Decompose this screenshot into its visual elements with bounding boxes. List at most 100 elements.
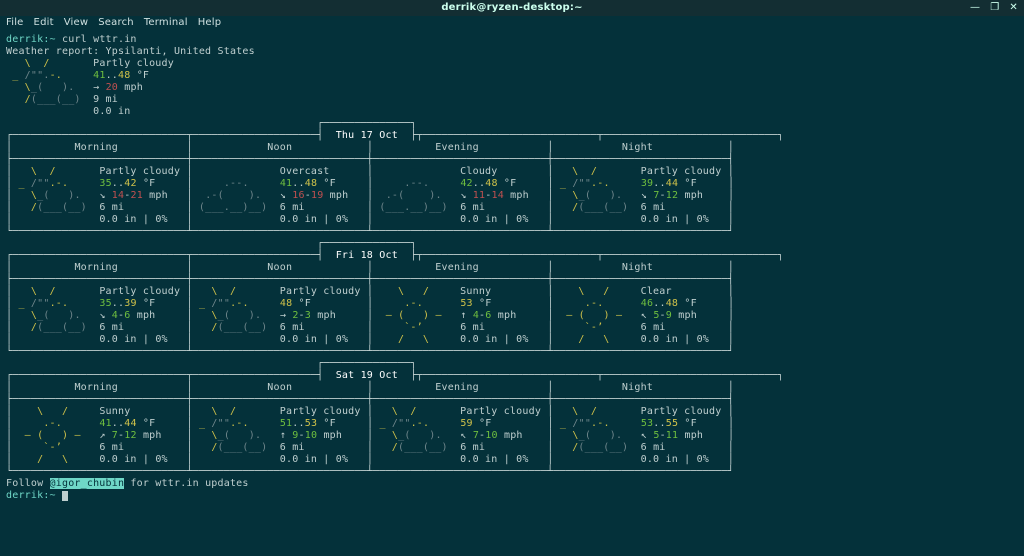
- menu-file[interactable]: File: [6, 17, 24, 29]
- cell-precip: 0.0 in | 0%: [280, 454, 367, 465]
- period-label: Night: [554, 382, 728, 393]
- menubar: File Edit View Search Terminal Help: [0, 16, 1024, 30]
- prompt-user-host: derrik:~: [6, 34, 56, 45]
- window-controls: — ❐ ✕: [970, 0, 1018, 16]
- close-icon[interactable]: ✕: [1009, 2, 1018, 14]
- cell-temp-lo: 53: [641, 418, 653, 429]
- cell-temp-lo: 35: [99, 178, 111, 189]
- cell-visibility: 6 mi: [99, 322, 186, 333]
- day-date-top: ┌──────────────┐: [6, 118, 417, 129]
- cell-precip: 0.0 in | 0%: [641, 334, 728, 345]
- cloud-icon: \ /: [6, 58, 93, 69]
- cell-condition: Partly cloudy: [280, 286, 367, 297]
- cell-temp-lo: 35: [99, 298, 111, 309]
- menu-search[interactable]: Search: [98, 17, 134, 29]
- cell-temp-hi: 39: [124, 298, 136, 309]
- cell-precip: 0.0 in | 0%: [460, 454, 547, 465]
- cursor[interactable]: [62, 491, 68, 501]
- current-temp-lo: 41: [93, 70, 105, 81]
- current-wind-value: 20: [106, 82, 118, 93]
- cell-visibility: 6 mi: [460, 322, 547, 333]
- cell-visibility: 6 mi: [460, 202, 547, 213]
- cell-precip: 0.0 in | 0%: [641, 454, 728, 465]
- menu-edit[interactable]: Edit: [34, 17, 54, 29]
- menu-view[interactable]: View: [64, 17, 89, 29]
- period-label: Noon: [193, 262, 367, 273]
- cell-precip: 0.0 in | 0%: [460, 334, 547, 345]
- current-precip: 0.0 in: [93, 106, 130, 117]
- cell-condition: Partly cloudy: [280, 406, 367, 417]
- cell-visibility: 6 mi: [280, 442, 367, 453]
- cell-condition: Partly cloudy: [99, 286, 186, 297]
- cell-temp-lo: 46: [641, 298, 653, 309]
- cell-condition: Partly cloudy: [641, 166, 728, 177]
- day-title: Thu 17 Oct: [323, 130, 410, 141]
- day-date-top: ┌──────────────┐: [6, 358, 417, 369]
- day-date-top: ┌──────────────┐: [6, 238, 417, 249]
- day-title: Fri 18 Oct: [323, 250, 410, 261]
- cell-condition: Partly cloudy: [99, 166, 186, 177]
- window-title: derrik@ryzen-desktop:~: [441, 2, 582, 14]
- typed-command: curl wttr.in: [62, 34, 137, 45]
- window-titlebar: derrik@ryzen-desktop:~ — ❐ ✕: [0, 0, 1024, 16]
- cell-temp-hi: 55: [666, 418, 678, 429]
- cell-wind-value: 14: [112, 190, 124, 201]
- cell-condition: Partly cloudy: [460, 406, 547, 417]
- cell-wind-value: 11: [473, 190, 485, 201]
- cell-condition: Sunny: [99, 406, 186, 417]
- cell-temp-hi: 59: [460, 418, 472, 429]
- cell-precip: 0.0 in | 0%: [99, 214, 186, 225]
- period-label: Noon: [193, 382, 367, 393]
- cell-condition: Clear: [641, 286, 728, 297]
- cell-visibility: 6 mi: [641, 202, 728, 213]
- cell-visibility: 6 mi: [280, 322, 367, 333]
- maximize-icon[interactable]: ❐: [990, 2, 999, 14]
- cell-condition: Partly cloudy: [641, 406, 728, 417]
- cell-temp-hi: 44: [124, 418, 136, 429]
- cell-temp-lo: 39: [641, 178, 653, 189]
- terminal-output[interactable]: derrik:~ curl wttr.inWeather report: Yps…: [0, 30, 1024, 508]
- period-label: Night: [554, 142, 728, 153]
- cell-visibility: 6 mi: [99, 202, 186, 213]
- period-label: Evening: [373, 262, 547, 273]
- cell-precip: 0.0 in | 0%: [641, 214, 728, 225]
- cell-visibility: 6 mi: [641, 322, 728, 333]
- cell-temp-hi: 48: [280, 298, 292, 309]
- minimize-icon[interactable]: —: [970, 2, 980, 14]
- cell-precip: 0.0 in | 0%: [280, 334, 367, 345]
- cell-condition: Sunny: [460, 286, 547, 297]
- cell-temp-lo: 51: [280, 418, 292, 429]
- cell-visibility: 6 mi: [460, 442, 547, 453]
- cell-condition: Cloudy: [460, 166, 547, 177]
- current-wind-arrow: →: [93, 82, 105, 93]
- period-label: Evening: [373, 382, 547, 393]
- cell-precip: 0.0 in | 0%: [280, 214, 367, 225]
- cell-condition: Overcast: [280, 166, 367, 177]
- cell-precip: 0.0 in | 0%: [460, 214, 547, 225]
- cell-visibility: 6 mi: [280, 202, 367, 213]
- cell-temp-hi: 48: [485, 178, 497, 189]
- menu-terminal[interactable]: Terminal: [144, 17, 188, 29]
- period-label: Noon: [193, 142, 367, 153]
- period-label: Morning: [12, 262, 186, 273]
- cell-precip: 0.0 in | 0%: [99, 334, 186, 345]
- twitter-handle: @igor_chubin: [50, 478, 125, 489]
- period-label: Evening: [373, 142, 547, 153]
- period-label: Morning: [12, 142, 186, 153]
- period-label: Night: [554, 262, 728, 273]
- cell-temp-hi: 53: [460, 298, 472, 309]
- cell-wind-value: 16: [292, 190, 304, 201]
- cell-temp-hi: 53: [305, 418, 317, 429]
- current-temp-hi: 48: [118, 70, 130, 81]
- cell-temp-hi: 48: [305, 178, 317, 189]
- cell-visibility: 6 mi: [641, 442, 728, 453]
- cell-temp-lo: 42: [460, 178, 472, 189]
- current-condition: Partly cloudy: [93, 58, 174, 69]
- cell-temp-lo: 41: [280, 178, 292, 189]
- cell-visibility: 6 mi: [99, 442, 186, 453]
- day-title: Sat 19 Oct: [323, 370, 410, 381]
- period-label: Morning: [12, 382, 186, 393]
- cell-temp-hi: 44: [666, 178, 678, 189]
- weather-report-header: Weather report: Ypsilanti, United States: [6, 46, 255, 57]
- menu-help[interactable]: Help: [198, 17, 222, 29]
